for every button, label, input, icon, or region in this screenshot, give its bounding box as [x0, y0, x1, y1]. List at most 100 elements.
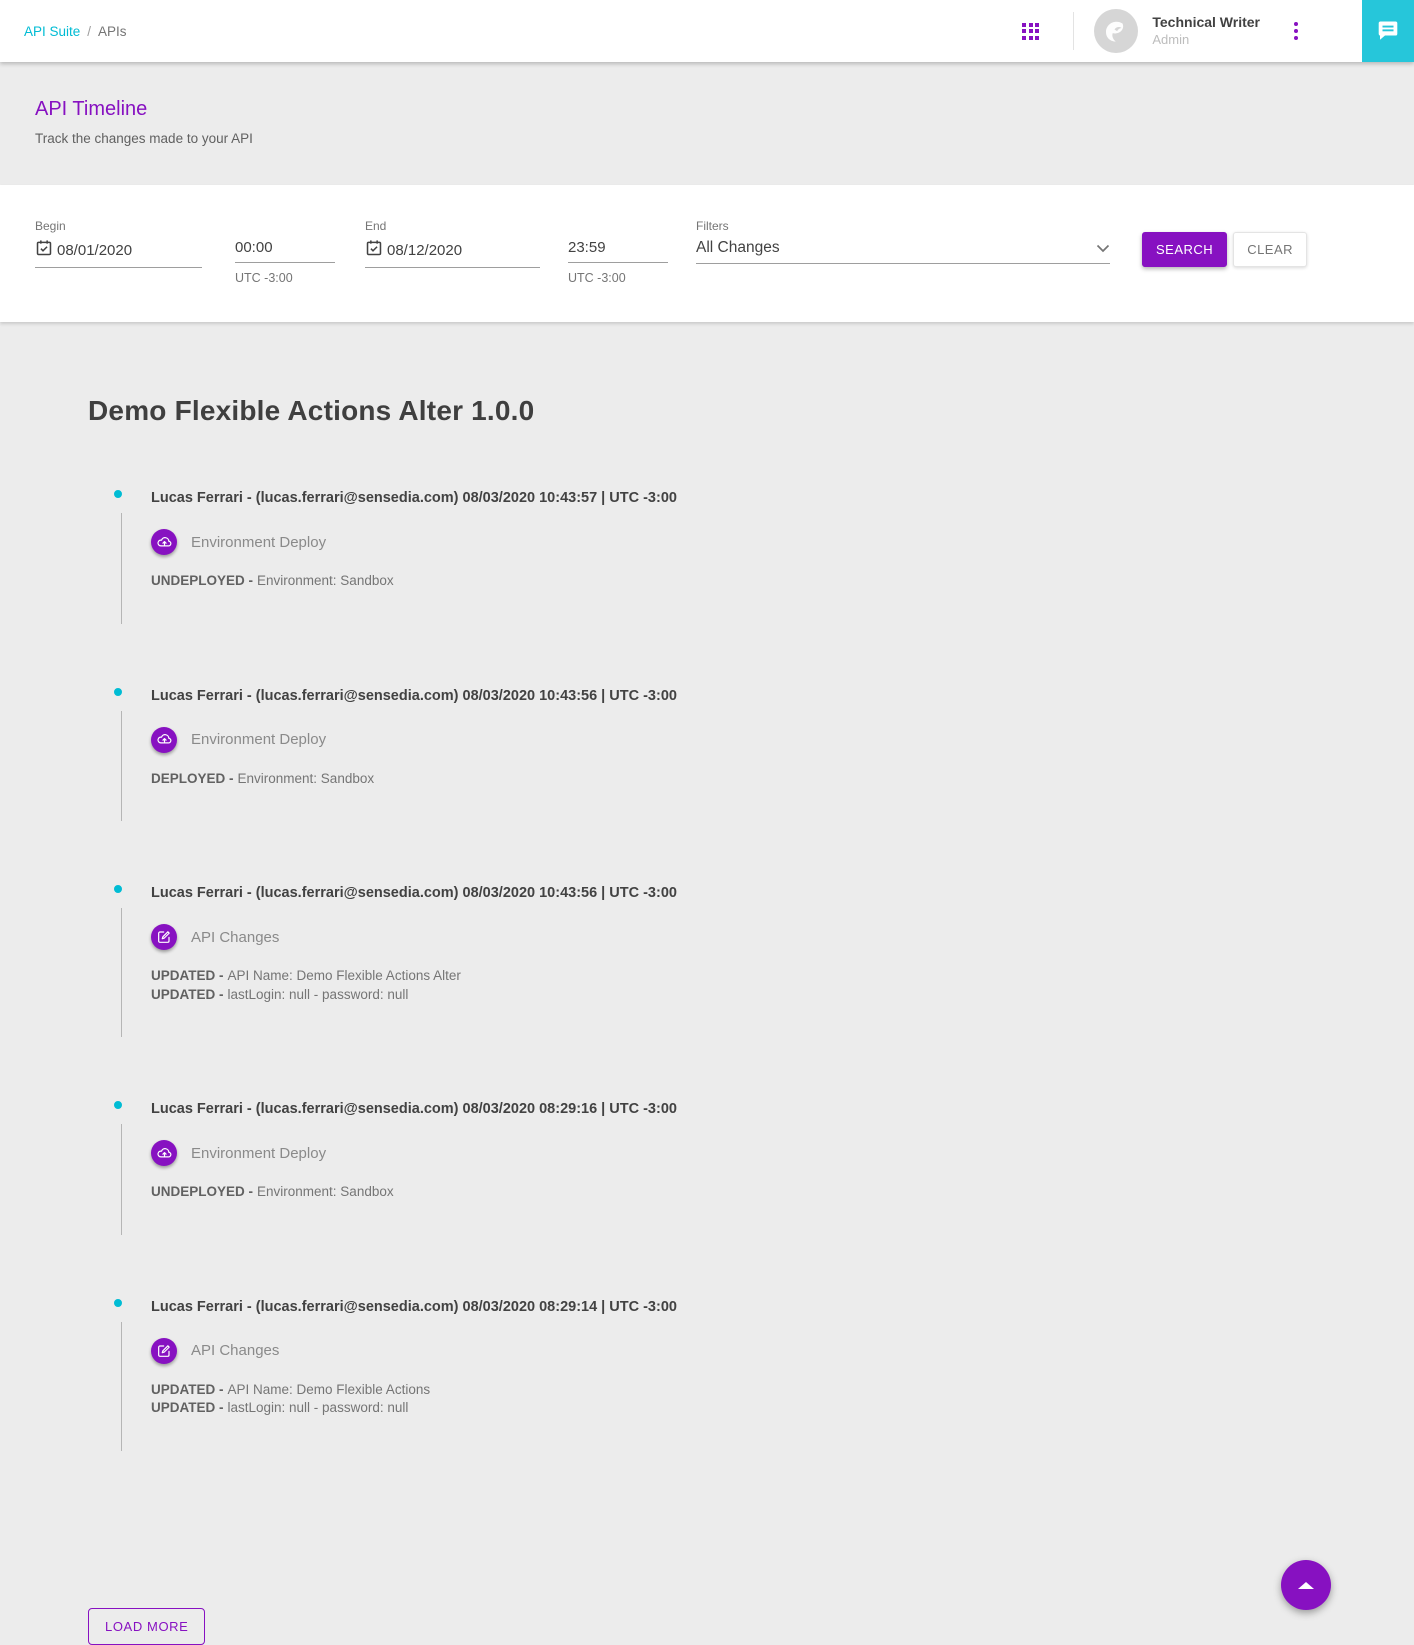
timeline-bullet-icon — [114, 1299, 122, 1307]
change-text: API Name: Demo Flexible Actions Alter — [228, 968, 461, 983]
entry-change-line: UPDATED - API Name: Demo Flexible Actions — [151, 1381, 1414, 1400]
avatar[interactable] — [1094, 9, 1138, 53]
begin-time-value: 00:00 — [235, 239, 273, 256]
breadcrumb: API Suite / APIs — [24, 24, 127, 39]
entry-header: Lucas Ferrari - (lucas.ferrari@sensedia.… — [151, 687, 1414, 705]
search-button[interactable]: SEARCH — [1142, 232, 1227, 267]
user-role: Admin — [1152, 32, 1260, 48]
chevron-down-icon — [1096, 240, 1110, 257]
entry-change-line: UPDATED - lastLogin: null - password: nul… — [151, 1399, 1414, 1418]
begin-time-input[interactable]: 00:00 — [235, 239, 335, 263]
change-action: UPDATED - — [151, 987, 224, 1002]
page-title: API Timeline — [35, 98, 1379, 121]
change-action: UPDATED - — [151, 1400, 224, 1415]
topbar-divider — [1073, 12, 1074, 50]
apps-grid-icon[interactable] — [1022, 23, 1039, 40]
timeline-entry: Lucas Ferrari - (lucas.ferrari@sensedia.… — [88, 1298, 1414, 1451]
cloud-upload-icon — [151, 1140, 177, 1166]
change-text: lastLogin: null - password: null — [228, 987, 409, 1002]
change-text: Environment: Sandbox — [257, 573, 394, 588]
calendar-check-icon[interactable] — [35, 239, 53, 261]
cloud-upload-icon — [151, 727, 177, 753]
calendar-check-icon[interactable] — [365, 239, 383, 261]
entry-type-label: Environment Deploy — [191, 534, 326, 551]
timeline-entry: Lucas Ferrari - (lucas.ferrari@sensedia.… — [88, 687, 1414, 822]
arrow-up-icon — [1298, 1582, 1314, 1589]
entry-header: Lucas Ferrari - (lucas.ferrari@sensedia.… — [151, 1100, 1414, 1118]
timeline-list: Lucas Ferrari - (lucas.ferrari@sensedia.… — [88, 489, 1414, 1451]
filters-label: Filters — [696, 219, 1110, 233]
timeline-bullet-icon — [114, 688, 122, 696]
clear-button[interactable]: CLEAR — [1233, 232, 1307, 267]
edit-icon — [151, 1338, 177, 1364]
page-header: API Timeline Track the changes made to y… — [0, 62, 1414, 185]
end-date-value: 08/12/2020 — [387, 242, 462, 259]
entry-body: DEPLOYED - Environment: Sandbox — [151, 770, 1414, 789]
load-more-button[interactable]: LOAD MORE — [88, 1608, 205, 1645]
end-time-input[interactable]: 23:59 — [568, 239, 668, 263]
api-title: Demo Flexible Actions Alter 1.0.0 — [88, 395, 1414, 427]
entry-type-row: API Changes — [151, 1338, 1414, 1364]
change-action: UPDATED - — [151, 1382, 224, 1397]
change-action: UNDEPLOYED - — [151, 1184, 253, 1199]
begin-date-value: 08/01/2020 — [57, 242, 132, 259]
filters-field: Filters All Changes — [696, 219, 1110, 322]
main-content: Demo Flexible Actions Alter 1.0.0 Lucas … — [0, 322, 1414, 1645]
breadcrumb-apis: APIs — [98, 24, 127, 39]
entry-change-line: UPDATED - lastLogin: null - password: nul… — [151, 986, 1414, 1005]
entry-body: UNDEPLOYED - Environment: Sandbox — [151, 1183, 1414, 1202]
page-subtitle: Track the changes made to your API — [35, 131, 1379, 146]
begin-timezone: UTC -3:00 — [235, 271, 335, 285]
kebab-menu-icon[interactable] — [1290, 18, 1302, 44]
change-text: Environment: Sandbox — [238, 771, 375, 786]
begin-date-input[interactable]: 08/01/2020 — [35, 239, 202, 268]
entry-type-row: Environment Deploy — [151, 529, 1414, 555]
end-time-field: 23:59 UTC -3:00 — [568, 219, 668, 322]
timeline-bullet-icon — [114, 1101, 122, 1109]
timeline-bullet-icon — [114, 490, 122, 498]
entry-type-label: Environment Deploy — [191, 731, 326, 748]
change-action: UPDATED - — [151, 968, 224, 983]
change-action: DEPLOYED - — [151, 771, 234, 786]
entry-header: Lucas Ferrari - (lucas.ferrari@sensedia.… — [151, 489, 1414, 507]
end-label: End — [365, 219, 540, 233]
entry-header: Lucas Ferrari - (lucas.ferrari@sensedia.… — [151, 1298, 1414, 1316]
breadcrumb-separator: / — [87, 24, 91, 39]
entry-type-row: API Changes — [151, 924, 1414, 950]
begin-date-field: Begin 08/01/2020 — [35, 219, 202, 322]
chat-bubble-icon — [1376, 18, 1400, 45]
user-block: Technical Writer Admin — [1152, 14, 1260, 48]
scroll-to-top-button[interactable] — [1281, 1560, 1331, 1610]
entry-change-line: DEPLOYED - Environment: Sandbox — [151, 770, 1414, 789]
edit-icon — [151, 924, 177, 950]
entry-body: UNDEPLOYED - Environment: Sandbox — [151, 572, 1414, 591]
begin-label: Begin — [35, 219, 202, 233]
chat-button[interactable] — [1362, 0, 1414, 62]
change-action: UNDEPLOYED - — [151, 573, 253, 588]
begin-time-field: 00:00 UTC -3:00 — [235, 219, 335, 322]
cloud-upload-icon — [151, 529, 177, 555]
entry-body: UPDATED - API Name: Demo Flexible Actions… — [151, 1381, 1414, 1418]
timeline-entry: Lucas Ferrari - (lucas.ferrari@sensedia.… — [88, 489, 1414, 624]
change-text: lastLogin: null - password: null — [228, 1400, 409, 1415]
entry-type-row: Environment Deploy — [151, 1140, 1414, 1166]
filters-select[interactable]: All Changes — [696, 239, 1110, 264]
filters-value: All Changes — [696, 239, 780, 257]
end-date-field: End 08/12/2020 — [365, 219, 540, 322]
entry-type-label: Environment Deploy — [191, 1145, 326, 1162]
topbar: API Suite / APIs Technical Writer Admin — [0, 0, 1414, 62]
entry-type-label: API Changes — [191, 929, 279, 946]
entry-header: Lucas Ferrari - (lucas.ferrari@sensedia.… — [151, 884, 1414, 902]
user-name: Technical Writer — [1152, 14, 1260, 32]
entry-body: UPDATED - API Name: Demo Flexible Actions… — [151, 967, 1414, 1004]
end-time-value: 23:59 — [568, 239, 606, 256]
entry-change-line: UNDEPLOYED - Environment: Sandbox — [151, 572, 1414, 591]
change-text: API Name: Demo Flexible Actions — [228, 1382, 431, 1397]
end-date-input[interactable]: 08/12/2020 — [365, 239, 540, 268]
timeline-entry: Lucas Ferrari - (lucas.ferrari@sensedia.… — [88, 1100, 1414, 1235]
change-text: Environment: Sandbox — [257, 1184, 394, 1199]
breadcrumb-api-suite[interactable]: API Suite — [24, 24, 80, 39]
entry-type-row: Environment Deploy — [151, 727, 1414, 753]
entry-change-line: UNDEPLOYED - Environment: Sandbox — [151, 1183, 1414, 1202]
filter-bar: Begin 08/01/2020 00:00 UTC -3:00 End — [0, 185, 1414, 322]
